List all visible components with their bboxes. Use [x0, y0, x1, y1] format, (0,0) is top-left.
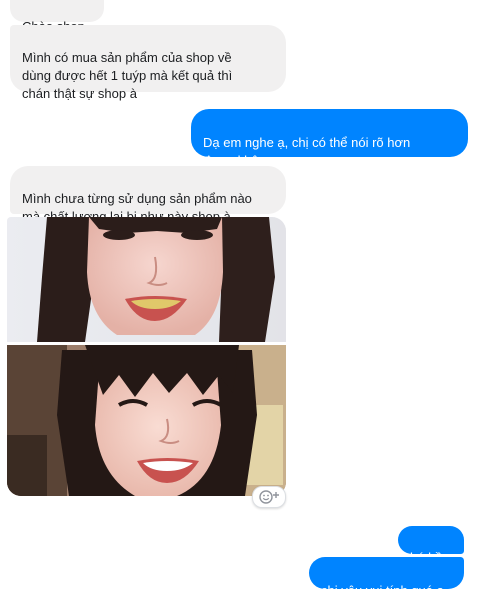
message-bubble-outgoing: chị yêu vui tính quá ạ — [309, 557, 464, 598]
selfie-photo-image — [7, 217, 286, 342]
message-text: Mình có mua sản phẩm của shop về dùng đư… — [22, 50, 233, 101]
message-bubble-incoming: Mình chưa từng sử dụng sản phẩm nào mà c… — [10, 166, 286, 224]
chat-photo-after[interactable] — [7, 345, 286, 496]
message-bubble-outgoing: hú hồn — [398, 526, 464, 565]
add-reaction-button[interactable] — [252, 486, 286, 508]
message-text: Dạ em nghe ạ, chị có thể nói rõ hơn được… — [203, 135, 411, 168]
message-bubble-incoming: Mình có mua sản phẩm của shop về dùng đư… — [10, 25, 286, 101]
chat-photo-before[interactable] — [7, 217, 286, 342]
selfie-photo-image — [7, 345, 286, 496]
smiley-add-icon — [259, 490, 279, 504]
message-text: chị yêu vui tính quá ạ — [321, 583, 444, 598]
message-bubble-incoming: Chào shop — [10, 0, 104, 34]
message-bubble-outgoing: Dạ em nghe ạ, chị có thể nói rõ hơn được… — [191, 109, 468, 168]
